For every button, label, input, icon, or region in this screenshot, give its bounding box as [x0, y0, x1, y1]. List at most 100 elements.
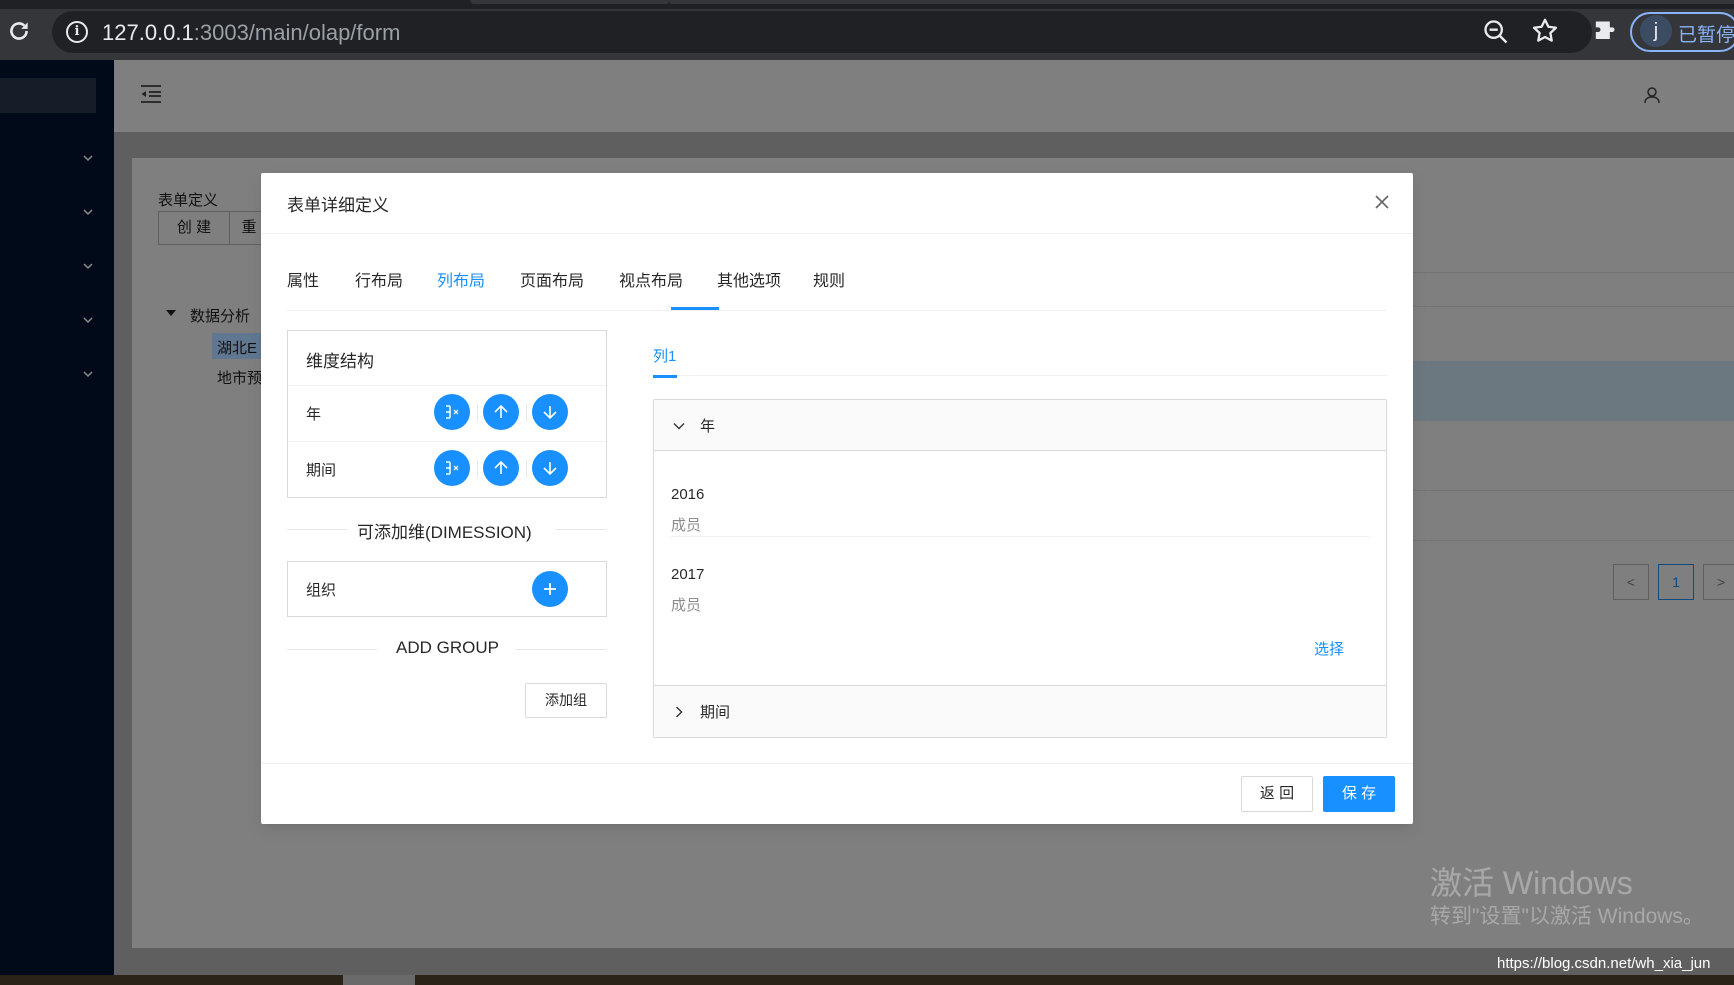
dimension-label: 期间	[306, 462, 337, 479]
windows-activation-hint: 转到"设置"以激活 Windows。	[1430, 905, 1704, 928]
pagination-prev[interactable]: <	[1613, 564, 1649, 600]
chevron-down-icon	[673, 423, 685, 430]
reload-icon[interactable]	[6, 18, 32, 44]
remove-column-icon	[446, 461, 459, 475]
dimension-structure-card: 维度结构 年 期间	[287, 330, 607, 498]
tab-column-1[interactable]: 列1	[653, 345, 676, 366]
sidebar-active-item[interactable]	[0, 78, 96, 113]
divider	[261, 763, 1413, 764]
chevron-down-icon[interactable]	[82, 152, 94, 164]
tree-node-2[interactable]: 地市预	[217, 367, 262, 388]
taskbar	[0, 975, 1734, 985]
menu-fold-icon[interactable]	[140, 84, 162, 104]
tab-bar: 属性 行布局 列布局 页面布局 视点布局 其他选项 规则	[287, 267, 1387, 311]
tab-pov-layout[interactable]: 视点布局	[619, 267, 683, 291]
column-tab-bar: 列1	[653, 330, 1387, 376]
chevron-down-icon[interactable]	[82, 314, 94, 326]
divider	[671, 536, 1369, 537]
source-watermark: https://blog.csdn.net/wh_xia_jun	[1497, 955, 1711, 972]
url-path: :3003/main/olap/form	[193, 20, 401, 45]
tree-node-1[interactable]: 湖北E	[217, 337, 257, 358]
create-button[interactable]: 创 建	[158, 211, 230, 245]
select-link[interactable]: 选择	[1314, 638, 1344, 659]
chevron-down-icon[interactable]	[82, 260, 94, 272]
browser-tab[interactable]	[670, 0, 1734, 4]
bookmark-star-icon[interactable]	[1530, 16, 1560, 46]
dimension-label: 年	[306, 406, 322, 423]
dimension-row: 期间	[288, 441, 606, 496]
collapse-label: 年	[700, 418, 716, 435]
modal-title: 表单详细定义	[287, 196, 389, 215]
caret-down-icon[interactable]	[166, 310, 176, 316]
collapse-header-year[interactable]: 年	[654, 400, 1386, 451]
plus-icon	[544, 583, 556, 595]
back-button[interactable]: 返 回	[1241, 776, 1313, 812]
move-up-button[interactable]	[483, 450, 519, 486]
divider	[526, 460, 527, 478]
close-icon[interactable]	[1371, 191, 1393, 213]
profile-status-label[interactable]: 已暂停	[1678, 20, 1734, 47]
url-text[interactable]: 127.0.0.1:3003/main/olap/form	[102, 20, 400, 46]
collapse-header-period[interactable]: 期间	[654, 685, 1386, 737]
arrow-down-icon	[543, 406, 557, 420]
arrow-up-icon	[494, 404, 508, 418]
profile-avatar[interactable]: j	[1640, 15, 1672, 47]
remove-dimension-button[interactable]	[434, 394, 470, 430]
divider	[515, 649, 607, 650]
tab-page-layout[interactable]: 页面布局	[520, 267, 584, 291]
save-button[interactable]: 保 存	[1323, 776, 1395, 812]
pagination-page[interactable]: 1	[1658, 564, 1694, 600]
member-type: 成员	[671, 517, 702, 534]
chevron-down-icon[interactable]	[82, 368, 94, 380]
url-host: 127.0.0.1	[102, 20, 194, 45]
extensions-icon[interactable]	[1590, 18, 1618, 46]
dimension-row: 年	[288, 386, 606, 441]
available-dimensions-title: 可添加维(DIMESSION)	[357, 523, 532, 542]
tab-other-options[interactable]: 其他选项	[717, 267, 781, 291]
move-down-button[interactable]	[532, 394, 568, 430]
dimension-collapse: 年 2016 成员 2017 成员 选择 期间	[653, 399, 1387, 738]
windows-activation-title: 激活 Windows	[1430, 865, 1633, 901]
remove-dimension-button[interactable]	[434, 450, 470, 486]
divider	[477, 404, 478, 422]
divider	[477, 460, 478, 478]
section-title: 表单定义	[158, 192, 219, 209]
move-down-button[interactable]	[532, 450, 568, 486]
app-sidebar	[0, 60, 114, 975]
user-icon[interactable]	[1643, 86, 1661, 104]
card-title: 维度结构	[306, 352, 374, 371]
taskbar-item[interactable]	[343, 975, 415, 985]
add-group-button[interactable]: 添加组	[525, 683, 607, 718]
chevron-down-icon[interactable]	[82, 206, 94, 218]
divider	[555, 529, 607, 530]
card-header: 维度结构	[288, 331, 606, 386]
browser-tab[interactable]	[470, 0, 670, 4]
tab-active-indicator	[653, 375, 677, 378]
add-group-title: ADD GROUP	[396, 638, 499, 657]
move-up-button[interactable]	[483, 394, 519, 430]
tab-column-layout[interactable]: 列布局	[437, 267, 485, 291]
divider	[287, 649, 377, 650]
app-header	[114, 60, 1734, 132]
tab-rules[interactable]: 规则	[813, 267, 845, 291]
member-type: 成员	[671, 597, 702, 614]
member-name: 2017	[671, 566, 705, 583]
site-info-icon[interactable]: i	[66, 21, 88, 43]
form-detail-modal: 表单详细定义 属性 行布局 列布局 页面布局 视点布局 其他选项 规则 维度结构…	[261, 173, 1413, 824]
arrow-down-icon	[543, 462, 557, 476]
member-name: 2016	[671, 486, 705, 503]
tab-properties[interactable]: 属性	[287, 267, 319, 291]
tree-node-root[interactable]: 数据分析	[190, 305, 250, 326]
pagination-next[interactable]: >	[1703, 564, 1734, 600]
dimension-label: 组织	[306, 582, 337, 599]
divider	[526, 404, 527, 422]
divider	[287, 529, 347, 530]
tab-active-indicator	[671, 307, 719, 310]
zoom-out-icon[interactable]	[1482, 18, 1510, 46]
remove-column-icon	[446, 405, 459, 419]
tab-row-layout[interactable]: 行布局	[355, 267, 403, 291]
arrow-up-icon	[494, 460, 508, 474]
add-dimension-button[interactable]	[532, 571, 568, 607]
collapse-label: 期间	[700, 704, 731, 721]
divider	[261, 233, 1413, 234]
